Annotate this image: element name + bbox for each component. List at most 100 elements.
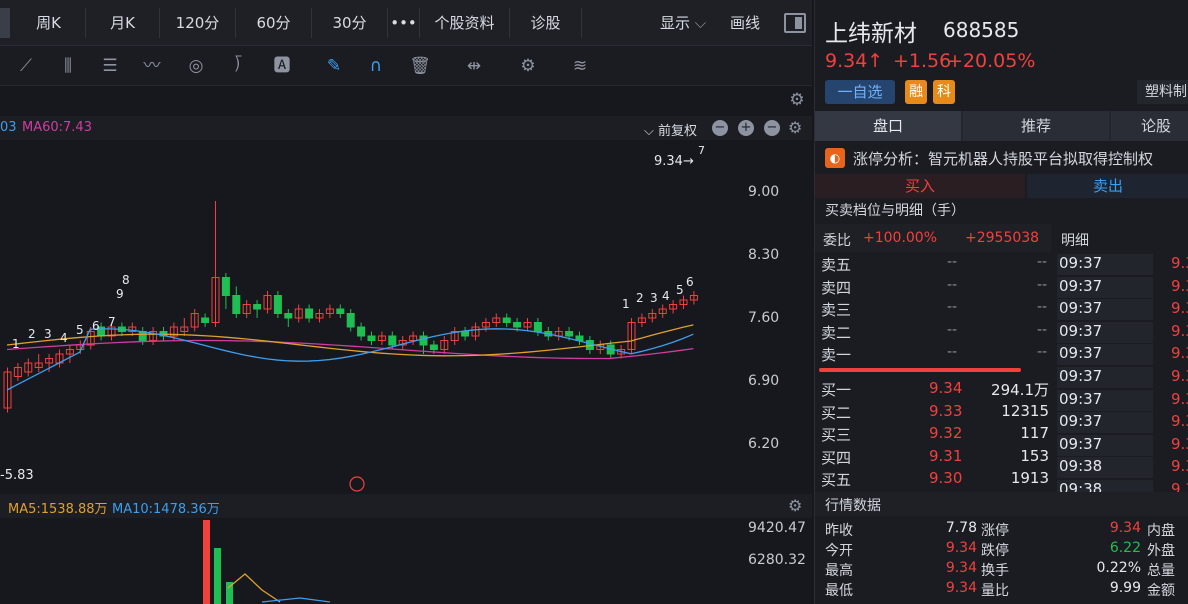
candle-body [201,317,210,323]
layers-icon[interactable]: ≋ [566,52,594,80]
sequence-count-label: 9 [116,287,124,301]
ask-level-name: 卖二 [821,323,852,342]
trade-detail-price: 9.3 [1171,276,1188,295]
period-tab-30m[interactable]: 30分 [312,8,388,38]
price-axis-tick: 6.20 [748,436,779,452]
collapse-icon[interactable]: − [764,120,780,136]
period-tab-120m[interactable]: 120分 [160,8,236,38]
bid-level-name: 买一 [821,381,852,399]
period-tab-month[interactable]: 月K [86,8,160,38]
weibi-volume: +2955038 [965,230,1040,246]
kline-panel: 周K 月K 120分 60分 30分 ••• 个股资料 诊股 显示 ⌵ 画线 ⟋… [0,0,812,604]
ma-settings-gear-icon[interactable]: ⚙ [788,118,802,137]
zoom-in-icon[interactable]: + [738,120,754,136]
candle-body [502,317,511,323]
bid-level-price: 9.31 [929,446,963,465]
sequence-count-label: 8 [122,273,130,287]
sector-tag[interactable]: 塑料制 [1137,80,1188,104]
market-value: 9.34 [1109,520,1141,536]
trade-detail-time: 09:38 [1057,457,1153,479]
settings-gear-icon[interactable]: ⚙ [514,52,542,80]
candlestick-chart[interactable]: 9.008.307.606.906.2012 3 45 6 7891 2 3 4 569.34→… [0,140,812,494]
trade-detail-price: 9.3 [1171,344,1188,363]
market-value: 0.22% [1096,560,1141,576]
period-scroll-handle[interactable] [0,8,10,38]
news-text: 智元机器人持股平台拟取得控制权 [928,150,1154,168]
trade-detail-time: 09:37 [1057,276,1153,298]
weibi-label: 委比 [823,233,851,249]
tab-orderbook[interactable]: 盘口 [815,111,961,141]
market-value: 9.34 [945,580,977,596]
stock-profile-tab[interactable]: 个股资料 [420,8,510,38]
chart-settings-gear-icon[interactable]: ⚙ [786,90,808,112]
sell-button[interactable]: 卖出 [1027,174,1188,198]
trade-detail-price: 9.3 [1171,412,1188,431]
tab-recommend[interactable]: 推荐 [963,111,1109,141]
period-tab-60m[interactable]: 60分 [236,8,312,38]
star-market-badge: 科 [933,80,955,104]
ma-prefix: 03 [0,120,17,135]
volume-indicator-bar: MA5:1538.88万 MA10:1478.36万 ⚙ [0,494,812,518]
ask-level-name: 卖四 [821,278,852,297]
display-menu[interactable]: 显示 ⌵ [660,8,706,38]
sequence-count-label: 4 [662,289,670,303]
ask-level-name: 卖五 [821,256,852,274]
volume-settings-gear-icon[interactable]: ⚙ [788,496,802,515]
sequence-count-label: 5 [676,283,684,297]
draw-line-button[interactable]: 画线 [730,8,760,38]
trade-detail-price: 9.3 [1171,254,1188,272]
detail-label: 明细 [1061,233,1089,249]
sequence-count-label: 1 [12,337,20,351]
trade-detail-price: 9.3 [1171,457,1188,476]
candle-body [565,331,574,337]
candle-body [138,331,147,341]
display-label: 显示 [660,14,691,32]
bid-level-price: 9.30 [929,469,963,487]
volume-chart[interactable]: 9420.47 6280.32 [0,518,812,604]
panel-toggle-icon[interactable] [784,13,806,33]
zoom-out-icon[interactable]: − [712,120,728,136]
market-label: 跌停 [981,543,1009,559]
stock-name: 上纬新材 [825,21,917,47]
trend-line-tool-icon[interactable]: ⟋ [12,52,40,80]
buy-button[interactable]: 买入 [815,174,1025,198]
cycle-tool-icon[interactable]: ◎ [182,52,210,80]
add-watchlist-button[interactable]: 一自选 [825,80,895,104]
bid-level-name: 买三 [821,426,852,444]
market-value: 9.99 [1109,580,1141,596]
bid-level-price: 9.32 [929,424,963,442]
q-marker-icon [349,476,365,492]
parallel-lines-tool-icon[interactable]: ⫼ [54,52,82,80]
bid-level-name: 买二 [821,403,852,422]
gann-tool-icon[interactable]: ⟌ [224,52,252,80]
ask-level-price: -- [947,344,958,360]
trash-icon[interactable]: 🗑 [406,52,434,80]
wave-tool-icon[interactable]: 〰 [138,52,166,80]
scale-tool-icon[interactable]: ⇹ [460,52,488,80]
diagnose-tab[interactable]: 诊股 [510,8,582,38]
candle-body [336,308,345,314]
bid-ask-ratio-bar [819,368,1021,372]
tab-discussion[interactable]: 论股 [1111,111,1188,141]
market-label: 最低 [825,583,853,599]
bid-level-volume: 12315 [1001,401,1049,420]
more-periods-button[interactable]: ••• [388,8,420,38]
candle-body [429,344,438,350]
fib-tool-icon[interactable]: ☰ [96,52,124,80]
ask-level-volume: -- [1037,276,1048,293]
low-price-label: -5.83 [0,468,34,483]
candle-body [461,331,470,337]
trade-detail-price: 9.3 [1171,367,1188,385]
sequence-count-label: 6 [686,275,694,289]
candle-body [533,322,542,332]
candle-body [284,313,293,319]
candle-body [253,304,262,310]
text-note-tool-icon[interactable]: 🅰 [268,52,296,80]
pen-tool-icon[interactable]: ✎ [320,52,348,80]
magnet-tool-icon[interactable]: ∩ [362,52,390,80]
price-axis-tick: 6.90 [748,373,779,389]
news-ticker[interactable]: 涨停分析：智元机器人持股平台拟取得控制权 [853,148,1153,169]
adjust-selector[interactable]: ⌵ 前复权 [644,120,697,139]
candle-body [346,313,355,328]
period-tab-week[interactable]: 周K [12,8,86,38]
